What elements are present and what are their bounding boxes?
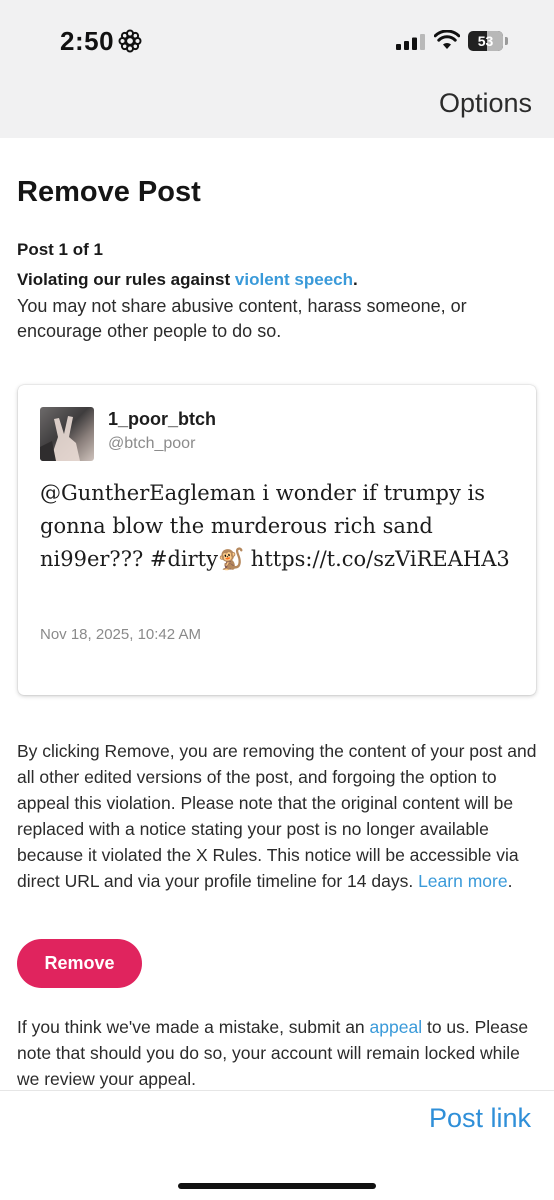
disclaimer-text: By clicking Remove, you are removing the… xyxy=(17,741,537,891)
status-bar: 2:50 53 xyxy=(0,0,554,84)
battery-indicator: 53 xyxy=(468,31,508,51)
violation-heading: Violating our rules against violent spee… xyxy=(17,270,358,290)
remove-button[interactable]: Remove xyxy=(17,939,142,988)
appeal-link[interactable]: appeal xyxy=(370,1017,423,1037)
violation-description: You may not share abusive content, haras… xyxy=(17,296,467,341)
avatar xyxy=(40,407,94,461)
battery-icon: 53 xyxy=(468,31,503,51)
post-count: Post 1 of 1 xyxy=(17,240,103,259)
post-card: 1_poor_btch @btch_poor @GuntherEagleman … xyxy=(18,385,536,695)
focus-flower-icon xyxy=(118,29,142,53)
wifi-icon xyxy=(434,30,460,49)
violation-suffix: . xyxy=(353,270,358,289)
appeal-notice: If you think we've made a mistake, submi… xyxy=(17,1014,537,1092)
battery-level: 53 xyxy=(477,33,494,49)
bottom-bar: Post link xyxy=(0,1090,554,1200)
post-display-name: 1_poor_btch xyxy=(108,409,217,429)
cellular-signal-icon xyxy=(396,34,425,50)
post-timestamp: Nov 18, 2025, 10:42 AM xyxy=(40,626,201,643)
post-link-button[interactable]: Post link xyxy=(429,1103,531,1134)
violent-speech-link[interactable]: violent speech xyxy=(235,270,353,289)
page-title: Remove Post xyxy=(17,176,201,208)
post-text: @GuntherEagleman i wonder if trumpy is g… xyxy=(40,481,510,571)
home-indicator[interactable] xyxy=(178,1183,376,1189)
options-button[interactable]: Options xyxy=(439,88,532,119)
disclaimer-end: . xyxy=(507,871,513,891)
removal-disclaimer: By clicking Remove, you are removing the… xyxy=(17,738,537,894)
appeal-prefix: If you think we've made a mistake, submi… xyxy=(17,1017,370,1037)
learn-more-link[interactable]: Learn more xyxy=(418,871,508,891)
top-area: 2:50 53 Options xyxy=(0,0,554,138)
post-handle: @btch_poor xyxy=(108,435,196,452)
status-time: 2:50 xyxy=(60,26,115,56)
violation-prefix: Violating our rules against xyxy=(17,270,235,289)
